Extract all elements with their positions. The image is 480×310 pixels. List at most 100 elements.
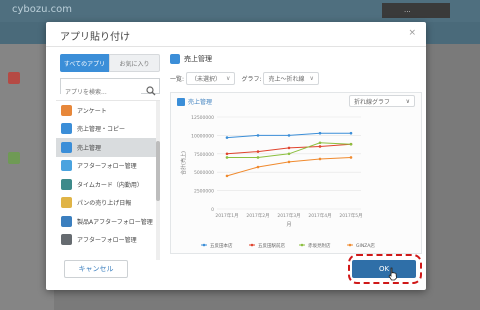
data-point	[287, 152, 291, 156]
data-point	[256, 134, 260, 137]
list-select-value: （未選択）	[191, 76, 222, 83]
list-label: 一覧:	[170, 76, 185, 83]
dialog-title: アプリ貼り付け	[60, 32, 130, 43]
legend-marker-dot	[348, 243, 352, 247]
data-point	[349, 142, 353, 146]
selected-app-title: 売上管理	[170, 54, 212, 64]
x-tick-label: 2017年3月	[277, 212, 300, 219]
app-icon	[61, 141, 72, 153]
search-icon[interactable]	[146, 81, 156, 100]
list-item-label: パンの売り上げ日報	[77, 200, 132, 208]
data-point	[287, 134, 291, 137]
tab-favorites[interactable]: お気に入り	[109, 54, 160, 72]
data-point	[318, 157, 322, 161]
list-item[interactable]: 売上管理	[56, 138, 160, 157]
app-icon	[177, 97, 185, 106]
list-item[interactable]: アフターフォロー管理	[56, 157, 160, 176]
data-point	[287, 146, 291, 150]
legend-label: 五反田駅前店	[258, 242, 285, 249]
legend-label: GINZA店	[356, 242, 375, 249]
x-tick-label: 2017年1月	[215, 212, 238, 219]
list-item[interactable]: パンの売り上げ日報	[56, 194, 160, 213]
list-item[interactable]: 売上管理・コピー	[56, 120, 160, 139]
data-point	[225, 152, 229, 156]
list-item-label: アフターフォロー管理	[77, 163, 137, 171]
close-icon[interactable]: ×	[408, 28, 416, 38]
user-label: ...	[404, 6, 411, 14]
chart-type-value: 折れ線グラフ	[354, 98, 391, 106]
chart-type-select[interactable]: 折れ線グラフ ∨	[349, 95, 415, 107]
chart-header: 売上管理	[177, 97, 212, 106]
graph-label: グラフ:	[241, 76, 262, 83]
background-header: cybozu.com ...	[0, 0, 480, 22]
ok-button[interactable]: OK	[352, 260, 416, 278]
background-widget-icon	[8, 152, 20, 164]
app-icon	[61, 123, 72, 135]
search-input[interactable]	[61, 85, 141, 100]
background-widget-icon	[8, 72, 20, 84]
app-icon	[170, 54, 180, 64]
list-item-label: アフターフォロー管理	[77, 237, 137, 245]
list-scrollbar[interactable]	[156, 101, 160, 260]
view-controls: 一覧: （未選択） ∨ グラフ: 売上～折れ線 ∨	[170, 72, 325, 85]
legend-marker-dot	[300, 243, 304, 247]
legend-marker-dot	[250, 243, 254, 247]
x-axis-label: 月	[286, 222, 291, 228]
list-item-label: アンケート	[77, 107, 107, 115]
app-selector-panel: すべてのアプリ お気に入り アンケート売上管理・コピー売上管理アフターフォロー管…	[56, 50, 160, 260]
data-point	[349, 131, 353, 135]
app-icon	[61, 234, 72, 246]
list-item-label: 製品Aアフターフォロー管理	[77, 218, 153, 226]
user-menu[interactable]: ...	[382, 3, 450, 18]
y-tick-label: 10000000	[191, 133, 214, 139]
y-tick-label: 5000000	[194, 170, 214, 176]
data-point	[256, 156, 260, 159]
y-tick-label: 7500000	[194, 152, 214, 158]
list-item-label: 売上管理・コピー	[77, 126, 126, 134]
scrollbar-thumb[interactable]	[156, 141, 160, 201]
cancel-button[interactable]: キャンセル	[64, 260, 128, 278]
legend-label: 五反田本店	[210, 242, 233, 249]
chart-title: 売上管理	[188, 99, 213, 106]
app-icon	[61, 197, 72, 209]
app-icon	[61, 215, 72, 227]
chart-preview: 売上管理 折れ線グラフ ∨ 12500000 10000000 7500000 500…	[170, 92, 422, 254]
y-tick-label: 0	[211, 207, 214, 213]
chevron-down-icon: ∨	[309, 75, 314, 82]
list-item[interactable]: アンケート	[56, 101, 160, 120]
tab-all-apps[interactable]: すべてのアプリ	[60, 54, 109, 72]
data-point	[225, 174, 229, 178]
data-point	[225, 136, 229, 139]
data-point	[318, 145, 322, 148]
hand-cursor-icon	[388, 267, 397, 281]
selected-app-name: 売上管理	[184, 55, 212, 63]
x-tick-label: 2017年4月	[308, 212, 331, 219]
list-item[interactable]: 製品Aアフターフォロー管理	[56, 212, 160, 231]
list-select[interactable]: （未選択） ∨	[186, 72, 236, 85]
graph-select[interactable]: 売上～折れ線 ∨	[263, 72, 319, 85]
app-icon	[61, 104, 72, 116]
series-line	[226, 156, 352, 177]
app-icon	[61, 178, 72, 190]
legend-marker-dot	[202, 243, 206, 247]
data-point	[256, 150, 260, 153]
divider	[46, 46, 426, 47]
data-point	[256, 165, 260, 169]
y-axis-label: 合計(売上)	[180, 151, 187, 175]
app-list: アンケート売上管理・コピー 売上管理アフターフォロー管理 タイムカード（内勤用） パン…	[56, 100, 160, 260]
data-point	[349, 156, 353, 159]
app-logo: cybozu.com	[12, 4, 73, 15]
app-search	[60, 78, 160, 100]
y-tick-label: 2500000	[194, 189, 214, 195]
preview-panel: 売上管理 一覧: （未選択） ∨ グラフ: 売上～折れ線 ∨ 売上管理 折れ線グ…	[166, 50, 422, 254]
app-paste-dialog: アプリ貼り付け × すべてのアプリ お気に入り アンケート売上管理・コピー売上管…	[46, 22, 426, 290]
data-point	[225, 156, 229, 159]
list-item-label: タイムカード（内勤用）	[77, 181, 143, 189]
app-tabs: すべてのアプリ お気に入り	[60, 54, 160, 72]
list-item-label: 売上管理	[77, 144, 102, 152]
data-point	[318, 131, 322, 135]
graph-select-value: 売上～折れ線	[268, 76, 305, 83]
list-item[interactable]: タイムカード（内勤用）	[56, 175, 160, 194]
list-item[interactable]: アフターフォロー管理	[56, 231, 160, 250]
data-point	[287, 160, 291, 164]
